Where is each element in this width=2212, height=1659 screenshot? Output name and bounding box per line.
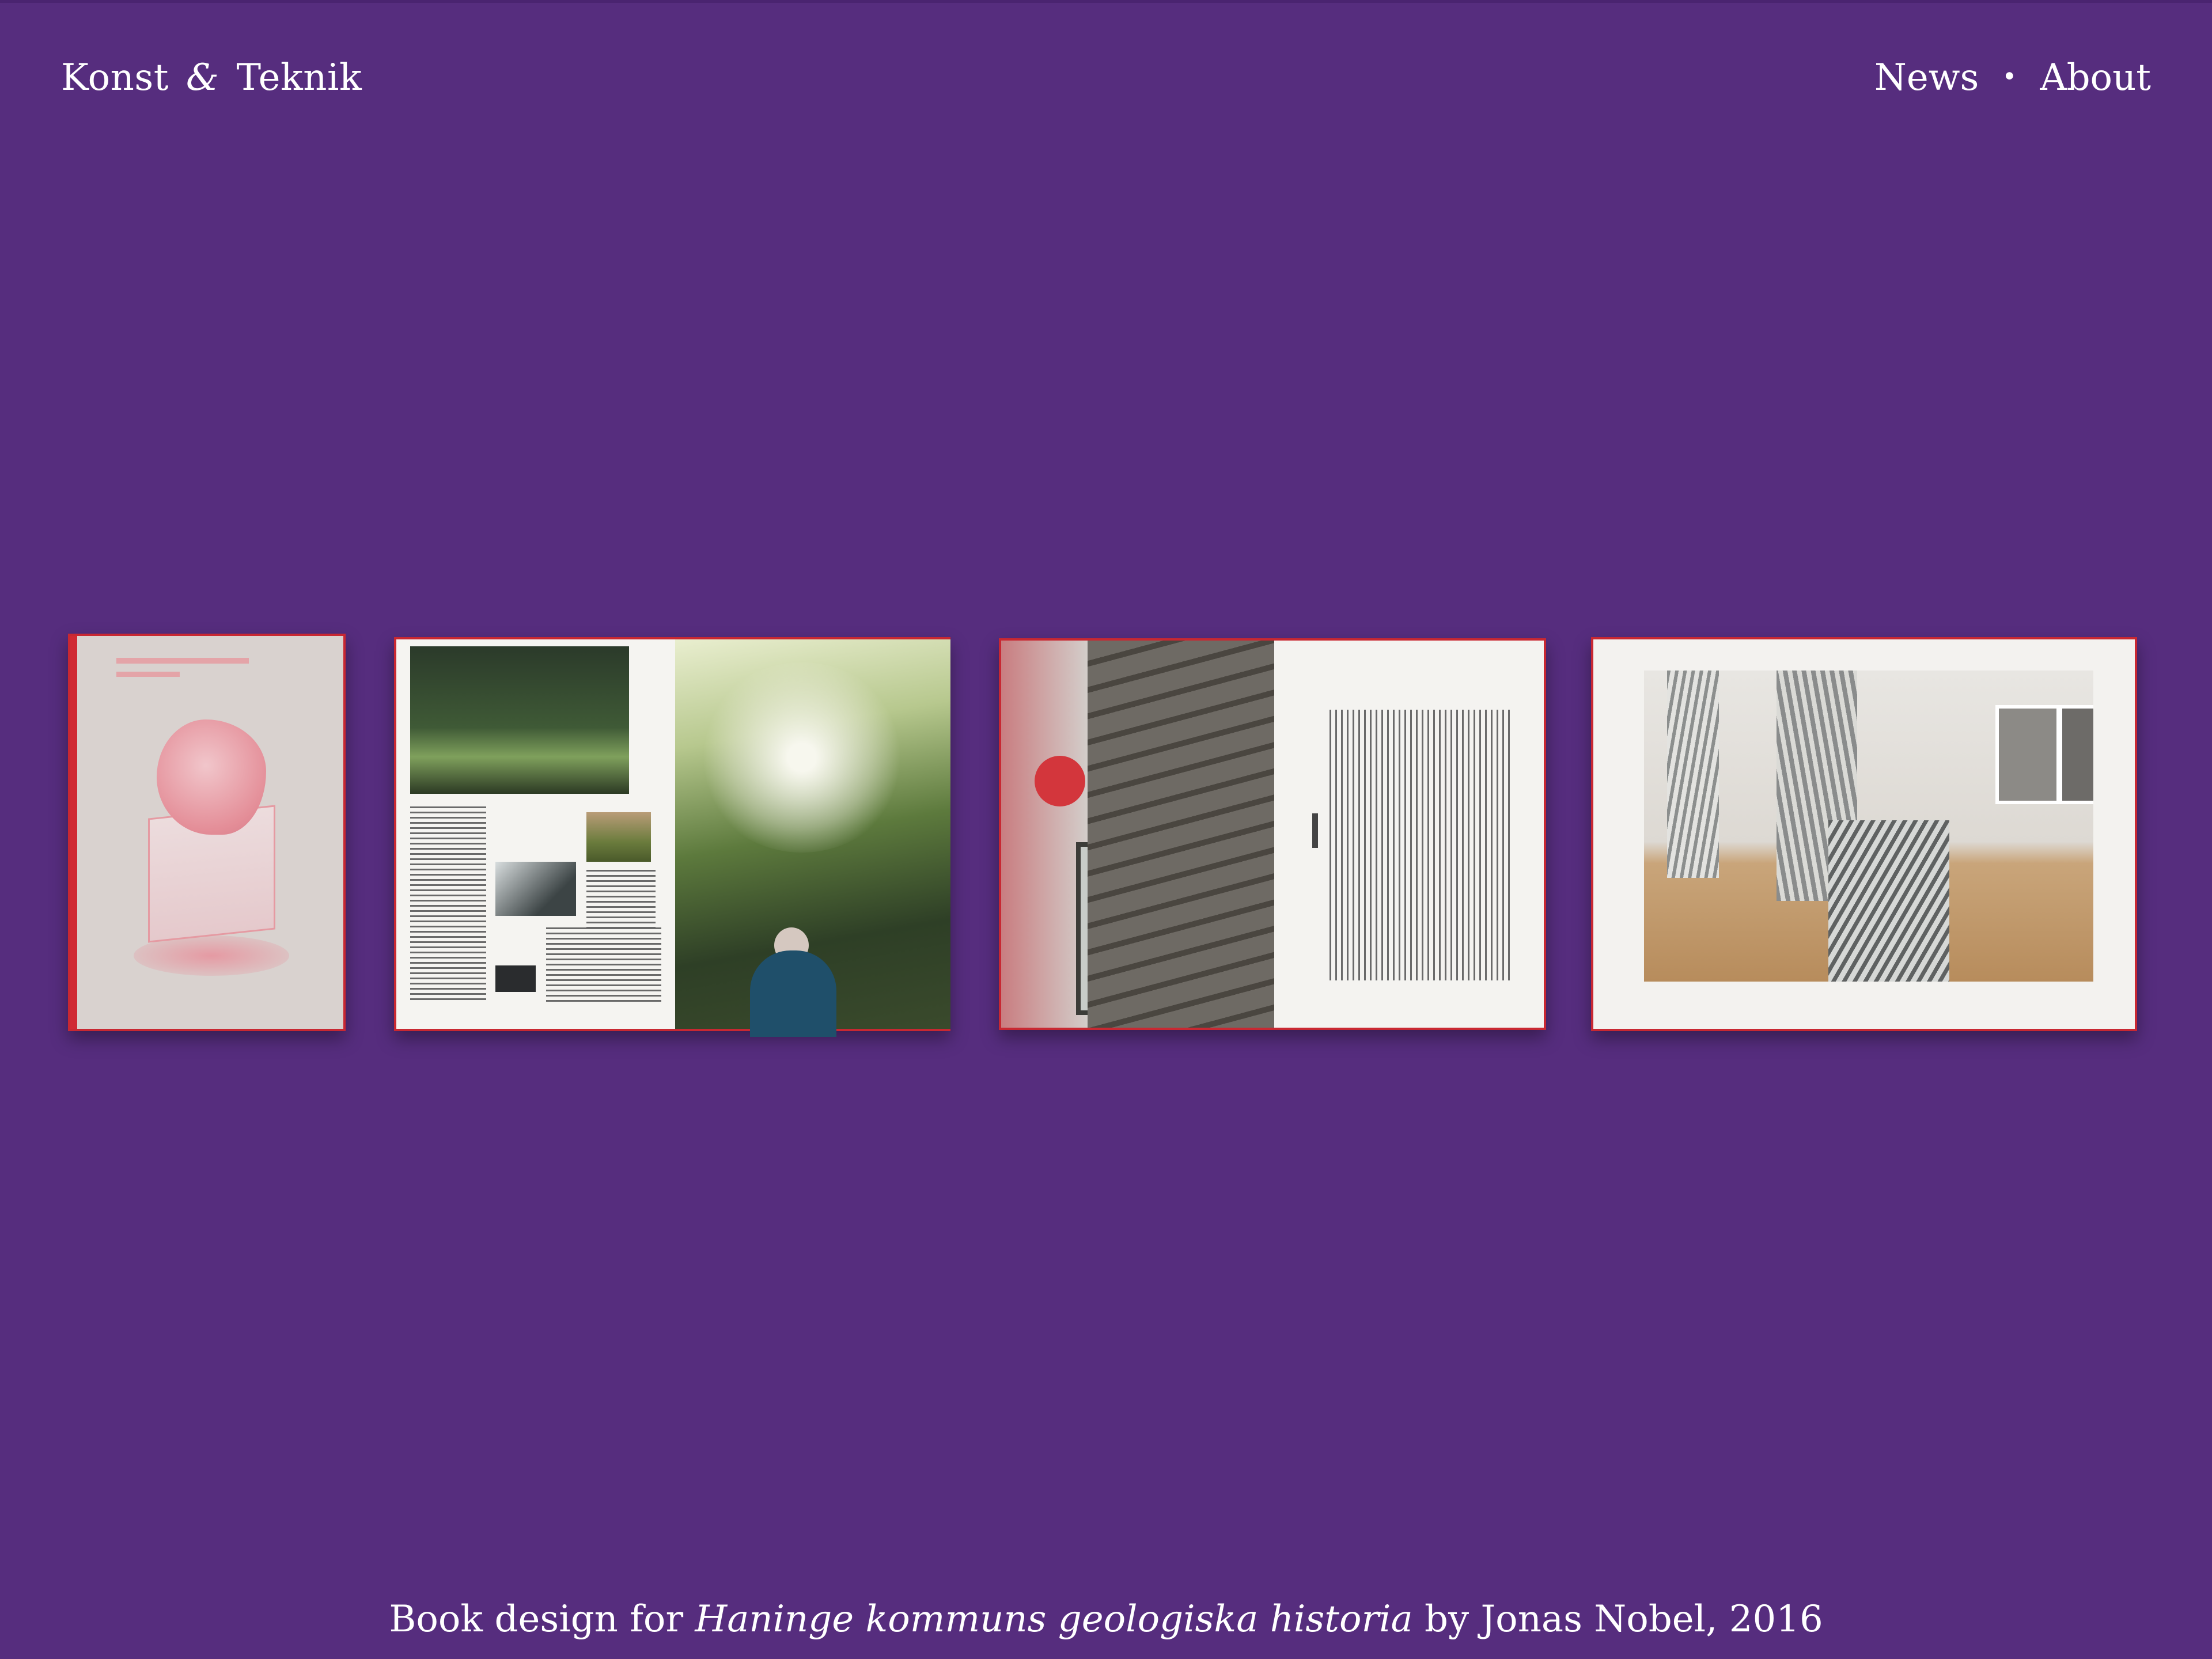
cover-rock-illustration [157,719,266,835]
book-spine [70,636,77,1029]
nav-separator: • [2002,62,2017,92]
spread-left-page [396,639,675,1029]
gallery-image-cover[interactable] [68,634,346,1031]
nav-link-news[interactable]: News [1874,56,1979,99]
site-logo-link[interactable]: Konst & Teknik [61,56,362,99]
spread-left-page-photo [1001,641,1274,1028]
brand-word-teknik: Teknik [236,56,362,99]
wooden-boards [1088,641,1274,1028]
brand-word-konst: Konst [61,56,169,99]
top-edge [0,0,2212,3]
sculpture-column [1667,671,1719,878]
sculpture-block [1828,820,1949,982]
red-sign [1035,756,1085,806]
caption-book-title: Haninge kommuns geologiska historia [695,1598,1413,1641]
cover-author-mark [116,672,180,677]
gallery-image-spread-sculpture[interactable] [1591,637,2137,1031]
spread-right-page-photo [675,639,950,1037]
blossom-tree [698,662,906,853]
body-text-column [410,806,486,1002]
person-walking [750,950,836,1037]
image-gallery [0,634,2212,1037]
main-nav: News • About [1874,56,2151,99]
body-text-column [546,927,661,1002]
photo-group-in-forest [410,646,629,794]
exhibition-photo [1644,671,2093,982]
rotated-body-text [1330,710,1514,980]
gallery-image-spread-text[interactable] [999,638,1546,1030]
wall-picture [1995,705,2060,804]
caption-suffix: by Jonas Nobel, 2016 [1412,1598,1823,1641]
wall-picture [2059,705,2093,804]
cover-title-mark [116,658,249,664]
body-text-column [586,870,656,927]
gallery-image-spread-forest[interactable] [394,637,950,1037]
photo-landscape [586,812,651,862]
photo-road [495,862,576,916]
nav-link-about[interactable]: About [2040,56,2151,99]
project-caption: Book design for Haninge kommuns geologis… [0,1598,2212,1641]
caption-prefix: Book design for [389,1598,695,1641]
photo-small [495,965,536,992]
rotated-heading-mark [1312,813,1318,848]
brand-ampersand: & [185,56,219,99]
